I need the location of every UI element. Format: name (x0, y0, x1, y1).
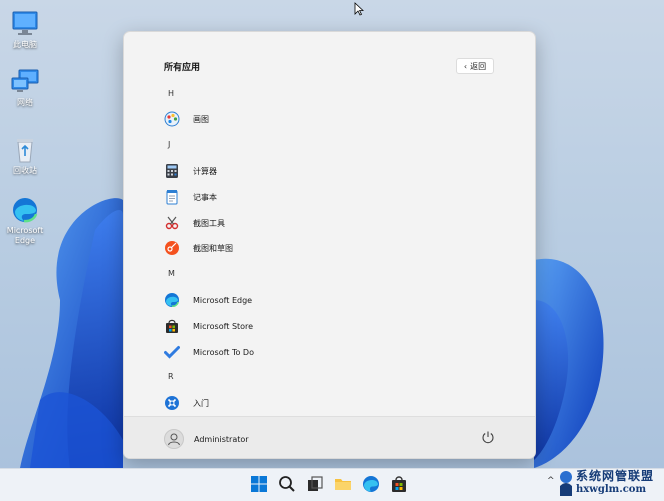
start-icon[interactable] (249, 474, 269, 494)
get-started-icon (164, 395, 180, 411)
chevron-left-icon: ‹ (463, 61, 468, 71)
user-name: Administrator (194, 434, 249, 444)
app-item-get-started[interactable]: 入门 (164, 394, 209, 412)
app-item-edge[interactable]: Microsoft Edge (164, 291, 252, 309)
file-explorer-icon[interactable] (333, 474, 353, 494)
back-button[interactable]: ‹ 返回 (456, 58, 494, 74)
this-pc-icon (10, 10, 40, 38)
back-button-label: 返回 (470, 61, 487, 71)
app-item-notepad[interactable]: 记事本 (164, 188, 217, 206)
desktop-icon-label: 此电脑 (13, 40, 37, 49)
app-item-snip-sketch[interactable]: 截图和草图 (164, 239, 233, 257)
snipping-tool-icon (164, 215, 180, 231)
store-icon (164, 318, 180, 334)
app-item-calculator[interactable]: 计算器 (164, 162, 217, 180)
desktop-icon-this-pc[interactable]: 此电脑 (2, 10, 48, 50)
app-item-snipping-tool[interactable]: 截图工具 (164, 214, 225, 232)
app-item-todo[interactable]: Microsoft To Do (164, 343, 254, 361)
watermark-url: hxwglm.com (576, 484, 647, 495)
avatar (164, 429, 184, 449)
tray-overflow-chevron-icon[interactable]: ^ (547, 476, 555, 486)
desktop-icon-network[interactable]: 网络 (2, 68, 48, 108)
task-view-icon[interactable] (305, 474, 325, 494)
group-letter-r[interactable]: R (168, 372, 174, 381)
todo-icon (164, 344, 180, 360)
power-icon[interactable] (481, 430, 495, 444)
desktop-icon-label: 网络 (17, 98, 33, 107)
app-item-paint[interactable]: 画图 (164, 110, 209, 128)
watermark-logo-icon (560, 471, 572, 496)
desktop-icon-label: Microsoft Edge (6, 226, 44, 245)
start-menu-footer: Administrator (124, 416, 535, 458)
start-menu: 所有应用 ‹ 返回 H 画图 J 计算器 记事本 截图工具 截图和草图 M Mi… (123, 31, 536, 459)
edge-icon[interactable] (361, 474, 381, 494)
watermark-title: 系统网管联盟 (576, 469, 655, 483)
desktop-icon-label: 回收站 (13, 166, 37, 175)
mouse-cursor-icon (354, 2, 364, 16)
recycle-bin-icon (10, 136, 40, 164)
all-apps-title: 所有应用 (164, 63, 201, 73)
group-letter-j[interactable]: J (168, 140, 170, 149)
calculator-icon (164, 163, 180, 179)
app-item-store[interactable]: Microsoft Store (164, 317, 253, 335)
network-icon (10, 68, 40, 96)
store-icon[interactable] (389, 474, 409, 494)
desktop-icon-recycle-bin[interactable]: 回收站 (2, 136, 48, 176)
watermark: 系统网管联盟 hxwglm.com (556, 467, 664, 500)
edge-icon (164, 292, 180, 308)
edge-icon (10, 196, 40, 224)
notepad-icon (164, 189, 180, 205)
paint-icon (164, 111, 180, 127)
desktop-icon-edge[interactable]: Microsoft Edge (2, 196, 48, 246)
user-account-button[interactable]: Administrator (164, 429, 249, 449)
group-letter-h[interactable]: H (168, 89, 174, 98)
search-icon[interactable] (277, 474, 297, 494)
snip-sketch-icon (164, 240, 180, 256)
group-letter-m[interactable]: M (168, 269, 175, 278)
